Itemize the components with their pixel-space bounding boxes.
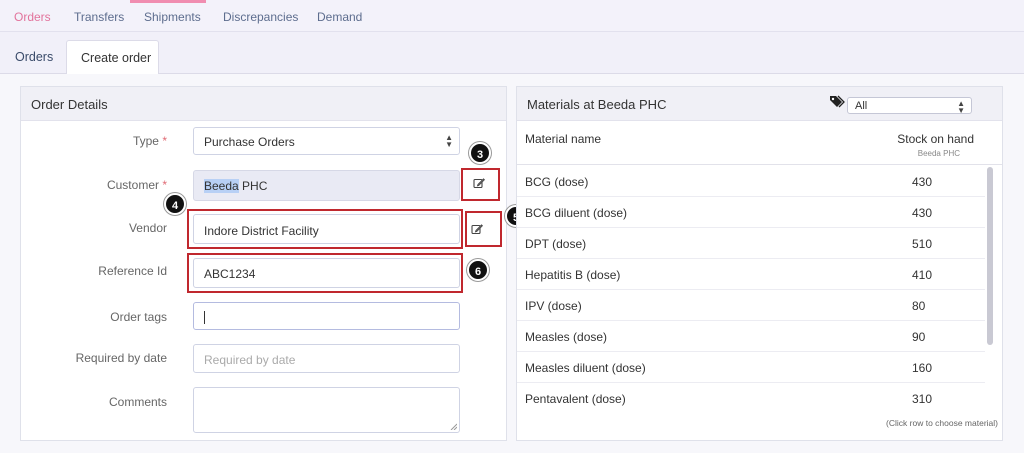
material-name: BCG diluent (dose) — [525, 206, 628, 220]
order-tags-input[interactable] — [193, 302, 460, 330]
table-row[interactable]: Pentavalent (dose) 310 — [517, 383, 985, 414]
tab-orders[interactable]: Orders — [14, 10, 51, 24]
stock-location-subheader: Beeda PHC — [917, 149, 960, 158]
customer-row: Customer * Beeda PHC — [21, 170, 506, 202]
customer-edit-icon[interactable] — [473, 177, 485, 189]
sub-tabs: Orders Create order — [0, 40, 1024, 75]
tab-discrepancies[interactable]: Discrepancies — [223, 10, 298, 24]
order-details-title: Order Details — [21, 87, 506, 121]
step-marker-6: 6 — [467, 259, 489, 281]
material-stock: 310 — [912, 392, 933, 406]
order-tags-label: Order tags — [110, 310, 167, 324]
select-arrows-icon: ▲ ▼ — [445, 133, 453, 149]
order-tags-row: Order tags — [21, 302, 506, 332]
table-row[interactable]: DPT (dose) 510 — [517, 228, 985, 259]
stock-on-hand-header: Stock on hand — [897, 132, 974, 146]
table-row[interactable]: Hepatitis B (dose) 410 — [517, 259, 985, 290]
table-row[interactable]: BCG (dose) 430 — [517, 166, 985, 197]
materials-table-header: Material name Stock on hand Beeda PHC — [517, 121, 1002, 165]
material-name: IPV (dose) — [525, 299, 582, 313]
tab-transfers[interactable]: Transfers — [74, 10, 124, 24]
table-row[interactable]: Measles diluent (dose) 160 — [517, 352, 985, 383]
top-nav: Orders Transfers Shipments Discrepancies… — [0, 0, 1024, 32]
required-by-row: Required by date Required by date — [21, 344, 506, 374]
required-by-label: Required by date — [75, 351, 167, 365]
customer-label: Customer * — [106, 178, 167, 192]
top-nav-accent-bar — [130, 0, 206, 3]
material-name: DPT (dose) — [525, 237, 587, 251]
material-stock: 160 — [912, 361, 933, 375]
type-select[interactable]: Purchase Orders ▲ ▼ — [193, 127, 460, 155]
material-name: Hepatitis B (dose) — [525, 268, 621, 282]
vendor-highlight-box — [187, 209, 463, 249]
comments-row: Comments — [21, 387, 506, 435]
subtab-orders[interactable]: Orders — [15, 40, 53, 75]
type-label: Type * — [132, 134, 167, 148]
tag-filter-select[interactable]: All ▲ ▼ — [847, 97, 972, 115]
materials-scrollbar[interactable] — [985, 167, 994, 381]
customer-field: Beeda PHC — [193, 170, 460, 201]
step-marker-3: 3 — [469, 142, 491, 164]
vendor-label: Vendor — [128, 221, 167, 235]
material-stock: 90 — [912, 330, 926, 344]
material-stock: 430 — [912, 206, 933, 220]
table-row[interactable]: Measles (dose) 90 — [517, 321, 985, 352]
table-row[interactable]: IPV (dose) 80 — [517, 290, 985, 321]
type-row: Type * Purchase Orders ▲ ▼ — [21, 127, 506, 159]
scrollbar-thumb[interactable] — [987, 167, 993, 345]
material-name: Pentavalent (dose) — [525, 392, 626, 406]
select-arrows-icon: ▲ ▼ — [957, 99, 965, 115]
material-name: BCG (dose) — [525, 175, 589, 189]
tab-demand[interactable]: Demand — [317, 10, 362, 24]
reference-label: Reference Id — [98, 264, 167, 278]
step-marker-4: 4 — [164, 193, 186, 215]
table-row[interactable]: BCG diluent (dose) 430 — [517, 197, 985, 228]
comments-textarea[interactable] — [193, 387, 460, 433]
reference-highlight-box — [187, 253, 463, 293]
comments-label: Comments — [108, 395, 167, 409]
materials-panel: Materials at Beeda PHC All ▲ ▼ Material n… — [516, 86, 1003, 441]
tag-icon — [830, 95, 845, 108]
material-name-header: Material name — [525, 132, 602, 146]
material-stock: 510 — [912, 237, 933, 251]
material-stock: 410 — [912, 268, 933, 282]
material-name: Measles diluent (dose) — [525, 361, 646, 375]
required-by-input[interactable]: Required by date — [193, 344, 460, 373]
resize-handle-icon — [450, 423, 457, 430]
material-name: Measles (dose) — [525, 330, 608, 344]
vendor-edit-icon[interactable] — [471, 223, 483, 235]
tab-shipments[interactable]: Shipments — [144, 10, 201, 24]
material-stock: 430 — [912, 175, 933, 189]
choose-material-hint: (Click row to choose material) — [886, 418, 998, 428]
material-stock: 80 — [912, 299, 926, 313]
subtab-create-order[interactable]: Create order — [66, 40, 159, 75]
text-cursor — [204, 310, 205, 324]
